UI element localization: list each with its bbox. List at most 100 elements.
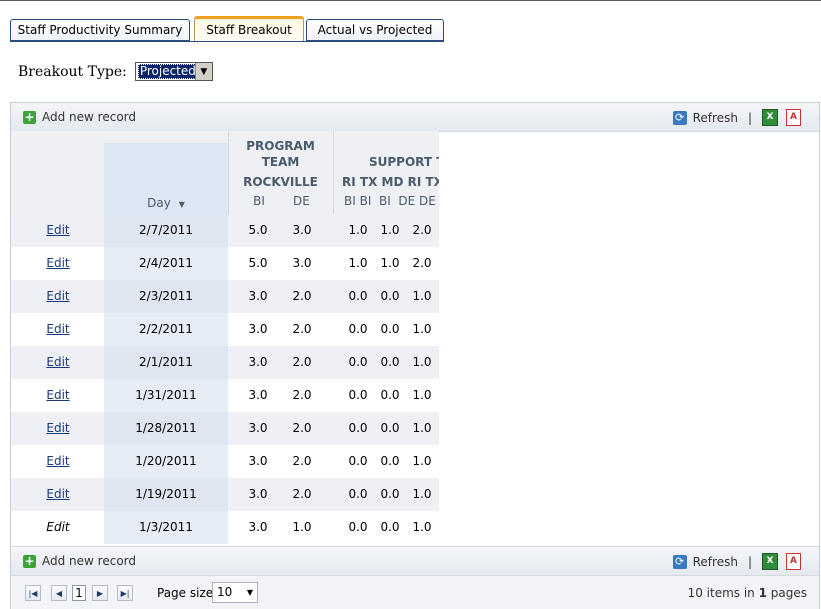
value-cell: 3.0 (248, 322, 268, 336)
table-row: Edit 2/2/2011 3.0 2.0 0.0 0.0 1.0 (11, 313, 439, 346)
value-cell: 1.0 (380, 256, 400, 270)
edit-cell: Edit (33, 214, 83, 247)
breakout-type-row: Breakout Type: Projected ▼ (18, 62, 213, 81)
export-pdf-icon[interactable]: A (786, 109, 801, 126)
edit-link[interactable]: Edit (46, 223, 69, 237)
value-cell: 3.0 (292, 256, 312, 270)
edit-link[interactable]: Edit (46, 289, 69, 303)
grid-pager: |◀ ◀ 1 ▶ ▶| Page size: 10 ▼ 10 items in … (11, 575, 819, 609)
table-row: Edit 2/4/2011 5.0 3.0 1.0 1.0 2.0 (11, 247, 439, 280)
table-row: Edit 1/3/2011 3.0 1.0 0.0 0.0 1.0 (11, 511, 439, 544)
value-cell: 0.0 (348, 289, 368, 303)
value-cell: 1.0 (412, 421, 432, 435)
edit-link[interactable]: Edit (46, 520, 69, 534)
export-excel-icon[interactable]: X (762, 109, 778, 126)
sort-descending-icon: ▼ (178, 200, 185, 209)
value-cell: 3.0 (248, 487, 268, 501)
toolbar-separator: | (747, 554, 752, 569)
day-cell: 1/20/2011 (135, 454, 197, 468)
value-cell: 0.0 (348, 520, 368, 534)
refresh-button-bottom[interactable]: Refresh (693, 555, 738, 569)
value-cell: 1.0 (412, 322, 432, 336)
value-cell: 0.0 (348, 388, 368, 402)
table-row: Edit 2/1/2011 3.0 2.0 0.0 0.0 1.0 (11, 346, 439, 379)
table-row: Edit 1/19/2011 3.0 2.0 0.0 0.0 1.0 (11, 478, 439, 511)
edit-cell: Edit (33, 247, 83, 280)
export-excel-icon[interactable]: X (762, 553, 778, 570)
command-bar-actions-bottom: ⟳ Refresh | X A (672, 553, 801, 570)
refresh-icon[interactable]: ⟳ (672, 554, 687, 569)
add-new-record-button[interactable]: + Add new record (23, 110, 136, 124)
program-team-de-header: DE (293, 194, 310, 208)
value-cell: 1.0 (412, 487, 432, 501)
value-cell: 3.0 (292, 223, 312, 237)
edit-cell: Edit (33, 412, 83, 445)
page-number-1[interactable]: 1 (72, 585, 86, 601)
edit-link[interactable]: Edit (46, 355, 69, 369)
value-cell: 0.0 (348, 322, 368, 336)
add-new-record-label: Add new record (42, 554, 136, 568)
pager-info-pages: 1 (758, 586, 767, 600)
edit-link[interactable]: Edit (46, 322, 69, 336)
value-cell: 5.0 (248, 223, 268, 237)
day-cell: 2/3/2011 (139, 289, 193, 303)
staff-breakout-grid: + Add new record ⟳ Refresh | X A PROGRAM… (10, 102, 820, 609)
value-cell: 3.0 (248, 289, 268, 303)
value-cell: 1.0 (412, 454, 432, 468)
table-row: Edit 1/31/2011 3.0 2.0 0.0 0.0 1.0 (11, 379, 439, 412)
value-cell: 1.0 (412, 289, 432, 303)
edit-cell: Edit (33, 478, 83, 511)
day-cell: 2/7/2011 (139, 223, 193, 237)
value-cell: 2.0 (412, 223, 432, 237)
table-row: Edit 2/3/2011 3.0 2.0 0.0 0.0 1.0 (11, 280, 439, 313)
tab-staff-productivity-summary[interactable]: Staff Productivity Summary (10, 19, 190, 41)
chevron-down-icon[interactable]: ▼ (194, 63, 212, 80)
value-cell: 3.0 (248, 520, 268, 534)
tab-actual-vs-projected[interactable]: Actual vs Projected (306, 19, 444, 41)
value-cell: 0.0 (380, 388, 400, 402)
pager-info: 10 items in 1 pages (688, 586, 807, 600)
page-size-select[interactable]: 10 ▼ (212, 582, 258, 603)
edit-cell: Edit (33, 280, 83, 313)
program-team-bi-header: BI (253, 194, 265, 208)
day-cell: 1/19/2011 (135, 487, 197, 501)
value-cell: 0.0 (348, 355, 368, 369)
value-cell: 2.0 (412, 256, 432, 270)
value-cell: 3.0 (248, 421, 268, 435)
export-pdf-icon[interactable]: A (786, 553, 801, 570)
value-cell: 0.0 (380, 355, 400, 369)
add-new-record-button-bottom[interactable]: + Add new record (23, 554, 136, 568)
edit-link[interactable]: Edit (46, 256, 69, 270)
refresh-button[interactable]: Refresh (693, 111, 738, 125)
window-top-border (0, 0, 821, 1)
value-cell: 2.0 (292, 388, 312, 402)
support-team-header: SUPPORT TE (369, 155, 439, 169)
breakout-type-label: Breakout Type: (18, 63, 127, 80)
pager-info-prefix: 10 items in (687, 586, 759, 600)
support-team-states-header: RI TX MD RI TX M (342, 175, 439, 189)
add-icon: + (23, 553, 36, 568)
day-column-header[interactable]: Day ▼ (104, 196, 228, 210)
refresh-icon[interactable]: ⟳ (672, 110, 687, 125)
day-cell: 1/28/2011 (135, 421, 197, 435)
day-cell: 2/1/2011 (139, 355, 193, 369)
edit-cell: Edit (33, 379, 83, 412)
value-cell: 0.0 (380, 289, 400, 303)
edit-link[interactable]: Edit (46, 454, 69, 468)
day-cell: 1/31/2011 (135, 388, 197, 402)
tab-staff-breakout[interactable]: Staff Breakout (194, 16, 304, 42)
edit-link[interactable]: Edit (46, 388, 69, 402)
day-column-label: Day (147, 196, 171, 210)
edit-link[interactable]: Edit (46, 487, 69, 501)
edit-link[interactable]: Edit (46, 421, 69, 435)
table-row: Edit 1/20/2011 3.0 2.0 0.0 0.0 1.0 (11, 445, 439, 478)
breakout-type-select[interactable]: Projected ▼ (134, 62, 213, 81)
chevron-down-icon: ▼ (246, 588, 253, 597)
next-page-icon[interactable]: ▶ (92, 585, 108, 601)
last-page-icon[interactable]: ▶| (117, 585, 133, 601)
value-cell: 1.0 (380, 223, 400, 237)
day-cell: 1/3/2011 (139, 520, 193, 534)
page-size-label: Page size: (157, 586, 218, 600)
first-page-icon[interactable]: |◀ (25, 585, 41, 601)
previous-page-icon[interactable]: ◀ (51, 585, 67, 601)
